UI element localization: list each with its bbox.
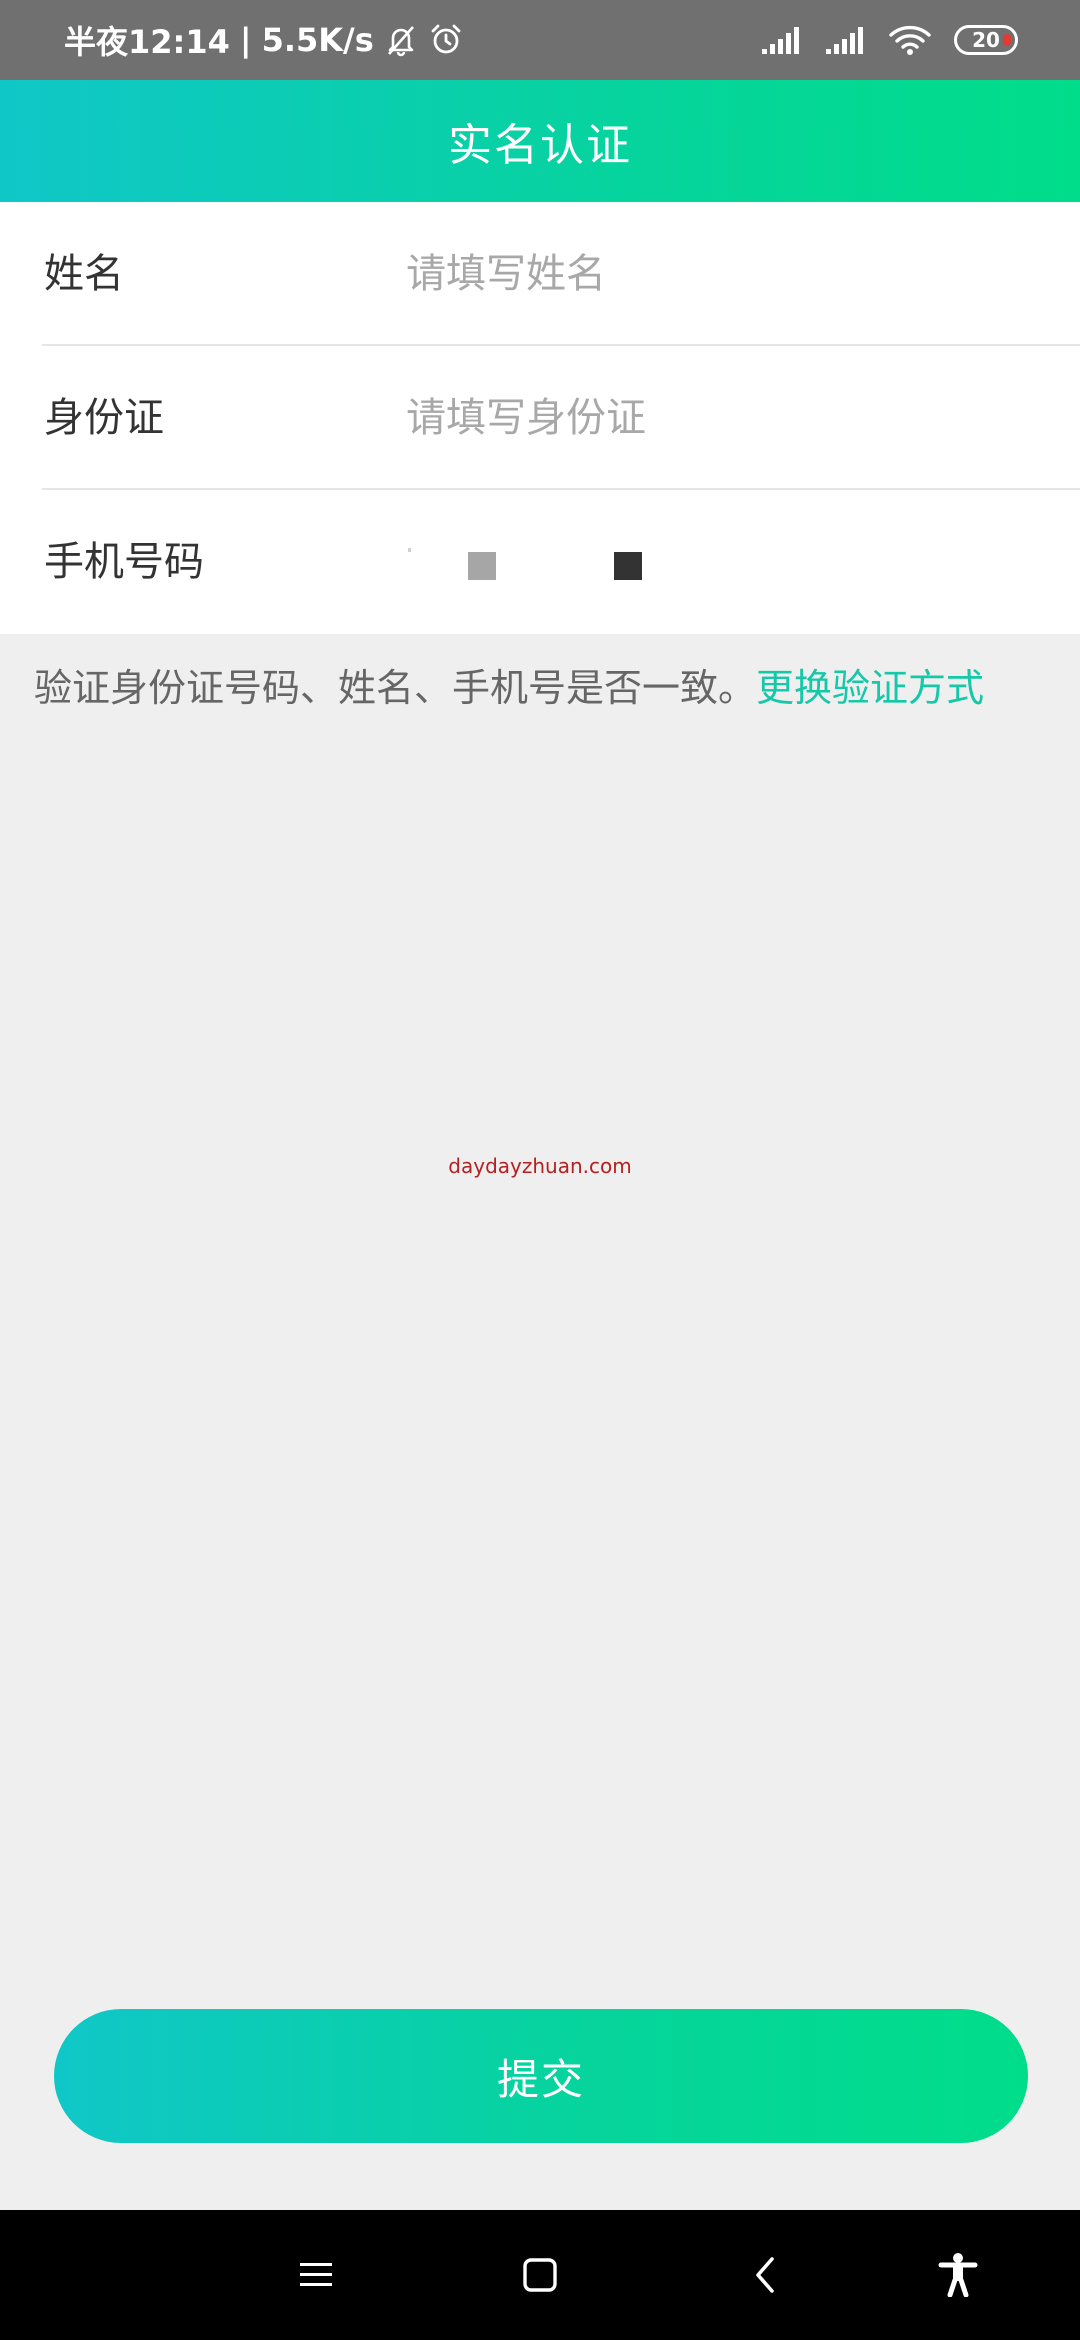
status-left: 半夜12:14 | 5.5K/s [64, 0, 464, 80]
phone-input[interactable] [406, 490, 706, 634]
menu-icon[interactable] [284, 2243, 348, 2307]
note-text: 验证身份证号码、姓名、手机号是否一致。 [34, 666, 757, 710]
form-row-name: 姓名 [0, 202, 1080, 346]
wifi-icon [888, 24, 932, 56]
alarm-icon [428, 22, 464, 58]
verification-form: 姓名 身份证 手机号码 [0, 202, 1080, 634]
network-speed: 5.5K/s [261, 21, 374, 59]
change-method-link[interactable]: 更换验证方式 [756, 666, 984, 710]
verification-note: 验证身份证号码、姓名、手机号是否一致。更换验证方式 [34, 660, 1054, 716]
battery-level: 20 [972, 28, 1000, 52]
app-header: 实名认证 [0, 80, 1080, 202]
screen: 半夜12:14 | 5.5K/s 20 实名认证 姓名 请填写姓名 身份证 请填… [0, 0, 1080, 2340]
form-row-id: 身份证 [0, 346, 1080, 490]
mute-bell-icon [384, 23, 418, 57]
status-bar: 半夜12:14 | 5.5K/s 20 [0, 0, 1080, 80]
navigation-bar [0, 2210, 1080, 2340]
page-title: 实名认证 [448, 120, 632, 171]
redaction-block [468, 552, 496, 580]
form-row-phone: 手机号码 [0, 490, 1080, 634]
name-label: 姓名 [44, 251, 124, 297]
status-right: 20 [760, 0, 1018, 80]
phone-label: 手机号码 [44, 539, 204, 585]
signal-icon [824, 25, 866, 55]
name-input[interactable] [406, 244, 1026, 304]
redaction-block [614, 552, 642, 580]
id-card-input[interactable] [406, 388, 1026, 448]
accessibility-icon[interactable] [926, 2243, 990, 2307]
status-separator: | [239, 21, 252, 59]
watermark: daydayzhuan.com [448, 1154, 632, 1178]
status-time: 半夜12:14 [64, 23, 230, 61]
battery-low-dot [1003, 34, 1011, 46]
id-card-label: 身份证 [44, 395, 164, 441]
submit-button[interactable]: 提交 [54, 2009, 1028, 2143]
battery-icon: 20 [954, 25, 1018, 55]
redaction-mark [408, 548, 411, 552]
back-icon[interactable] [734, 2243, 798, 2307]
signal-icon [760, 25, 802, 55]
home-icon[interactable] [508, 2243, 572, 2307]
